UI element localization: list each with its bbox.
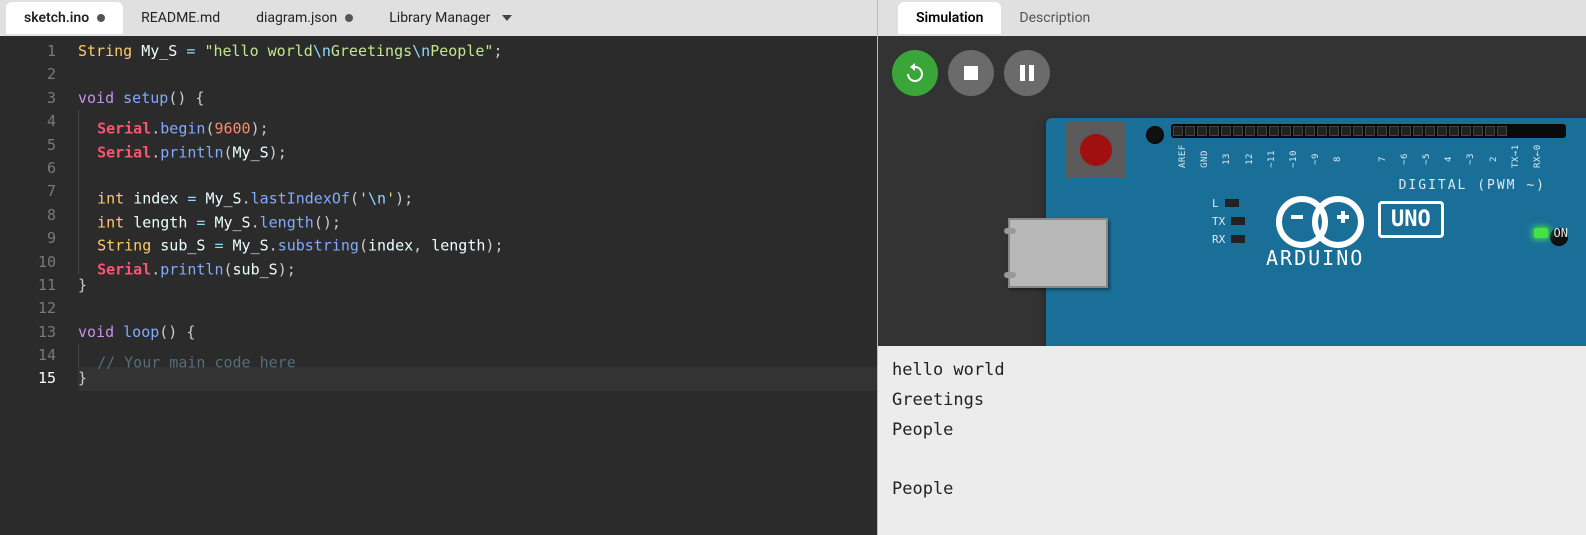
infinity-icon [1276, 196, 1364, 242]
sim-tab[interactable]: Simulation [898, 2, 1001, 34]
pause-icon [1020, 65, 1034, 81]
brand-label: ARDUINO [1266, 246, 1364, 270]
tab-label: Library Manager [389, 10, 490, 26]
power-indicator: ON [1534, 226, 1568, 240]
power-led-icon [1534, 228, 1548, 238]
reset-button[interactable] [1080, 134, 1112, 166]
line-gutter: 123456789101112131415 [0, 40, 78, 535]
editor-panel: sketch.ino README.md diagram.json Library M… [0, 0, 877, 535]
code-line[interactable]: String sub_S = My_S.substring(index, len… [78, 227, 877, 250]
code-line[interactable] [78, 297, 877, 320]
stop-button[interactable] [948, 50, 994, 96]
modified-dot-icon [97, 14, 105, 22]
tab-label: diagram.json [256, 10, 337, 26]
indicator-leds: LTXRX [1212, 194, 1245, 248]
led-icon [1231, 235, 1245, 243]
mount-hole [1146, 126, 1164, 144]
code-line[interactable]: Serial.begin(9600); [78, 110, 877, 133]
digital-section-label: DIGITAL (PWM ~) [1399, 178, 1546, 193]
digital-pin-labels: AREFGND1312~11~10~987~6~54~32TX→1RX←0 [1174, 154, 1547, 164]
code-line[interactable]: int length = My_S.length(); [78, 204, 877, 227]
editor-tab[interactable]: README.md [123, 2, 238, 34]
editor-tab-bar: sketch.ino README.md diagram.json Library M… [0, 0, 877, 36]
reset-block [1066, 122, 1126, 178]
editor-tab[interactable]: sketch.ino [6, 2, 123, 34]
code-line[interactable] [78, 63, 877, 86]
power-label: ON [1554, 226, 1568, 240]
usb-port [1008, 218, 1108, 288]
simulation-panel: SimulationDescription AREFGND1312~11~10~ [877, 0, 1586, 535]
code-line[interactable]: void loop() { [78, 321, 877, 344]
code-editor[interactable]: 123456789101112131415 String My_S = "hel… [0, 36, 877, 535]
model-label: UNO [1378, 201, 1444, 238]
led-icon [1231, 217, 1245, 225]
digital-header[interactable] [1171, 124, 1566, 138]
editor-tab[interactable]: Library Manager [371, 2, 530, 34]
restart-icon [903, 61, 927, 85]
code-line[interactable]: Serial.println(My_S); [78, 134, 877, 157]
pause-button[interactable] [1004, 50, 1050, 96]
sim-tab[interactable]: Description [1001, 2, 1108, 34]
code-line[interactable]: void setup() { [78, 87, 877, 110]
code-line[interactable]: int index = My_S.lastIndexOf('\n'); [78, 180, 877, 203]
code-line[interactable]: String My_S = "hello world\nGreetings\nP… [78, 40, 877, 63]
stop-icon [964, 66, 978, 80]
tab-label: README.md [141, 10, 220, 26]
led-icon [1225, 199, 1239, 207]
modified-dot-icon [345, 14, 353, 22]
chevron-down-icon [502, 15, 512, 21]
serial-monitor[interactable]: hello world Greetings People People [878, 346, 1586, 535]
sim-controls [892, 50, 1050, 96]
restart-button[interactable] [892, 50, 938, 96]
editor-tab[interactable]: diagram.json [238, 2, 371, 34]
simulation-tab-bar: SimulationDescription [878, 0, 1586, 36]
simulation-canvas[interactable]: AREFGND1312~11~10~987~6~54~32TX→1RX←0 DI… [878, 36, 1586, 346]
arduino-logo: UNO [1276, 196, 1444, 242]
tab-label: sketch.ino [24, 10, 89, 26]
code-line[interactable]: // Your main code here [78, 344, 877, 367]
arduino-board[interactable]: AREFGND1312~11~10~987~6~54~32TX→1RX←0 DI… [1046, 118, 1586, 346]
code-area[interactable]: String My_S = "hello world\nGreetings\nP… [78, 40, 877, 535]
